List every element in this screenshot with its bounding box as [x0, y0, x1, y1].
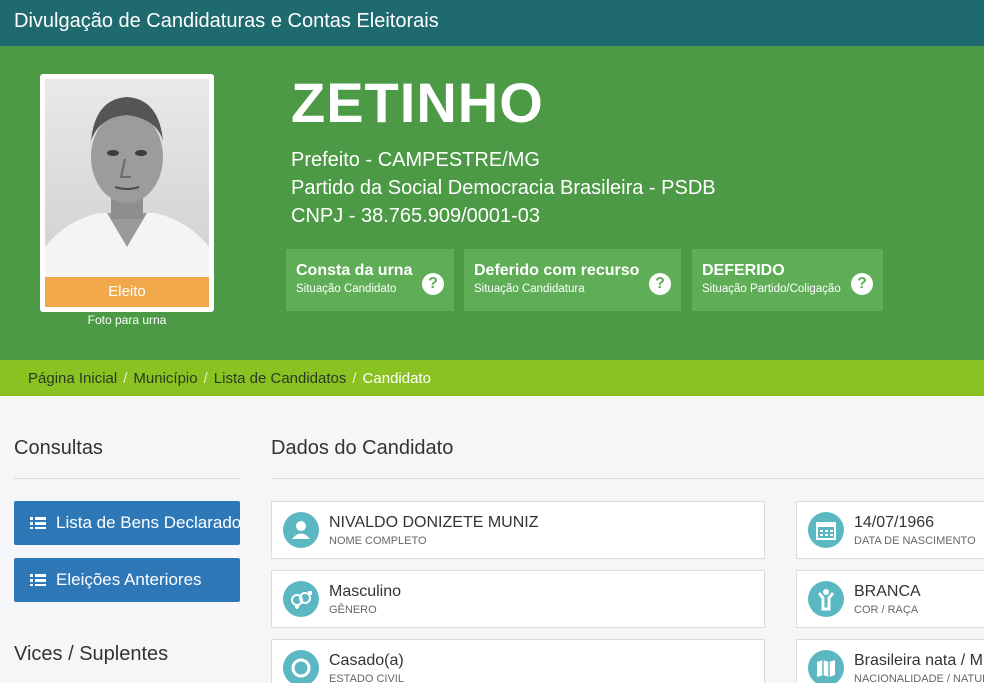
gender-icon [283, 581, 319, 617]
list-icon [30, 517, 46, 529]
breadcrumb-separator: / [203, 370, 208, 387]
sidebar-divider [14, 478, 240, 479]
elected-badge: Eleito [45, 277, 209, 307]
status-party-title: DEFERIDO [702, 262, 785, 279]
breadcrumb-home[interactable]: Página Inicial [28, 370, 117, 387]
breadcrumb: Página Inicial / Município / Lista de Candid… [0, 360, 984, 396]
field-gender: Masculino GÊNERO [271, 570, 765, 628]
field-label: NACIONALIDADE / NATUR [854, 673, 984, 683]
field-birth-date: 14/07/1966 DATA DE NASCIMENTO [796, 501, 984, 559]
breadcrumb-separator: / [352, 370, 357, 387]
app-title: Divulgação de Candidaturas e Contas Elei… [14, 10, 439, 32]
previous-elections-button[interactable]: Eleições Anteriores [14, 558, 240, 602]
main-divider [271, 478, 984, 479]
field-value: BRANCA [854, 583, 921, 600]
status-candidacy: Deferido com recurso Situação Candidatur… [464, 249, 681, 311]
help-icon[interactable]: ? [422, 273, 444, 295]
candidate-portrait-illustration [45, 97, 209, 281]
candidate-hero: Eleito Foto para urna ZETINHO Prefeito -… [0, 46, 984, 360]
map-icon [808, 650, 844, 683]
field-value: 14/07/1966 [854, 514, 935, 531]
help-icon[interactable]: ? [649, 273, 671, 295]
candidate-photo-card: Eleito [40, 74, 214, 312]
status-candidate: Consta da urna Situação Candidato ? [286, 249, 454, 311]
main-title: Dados do Candidato [271, 437, 454, 459]
candidate-ballot-name: ZETINHO [291, 71, 544, 134]
field-value: Brasileira nata / M [854, 652, 983, 669]
previous-elections-label: Eleições Anteriores [56, 570, 202, 589]
breadcrumb-current: Candidato [362, 370, 431, 387]
photo-caption: Foto para urna [87, 313, 167, 327]
field-race: BRANCA COR / RAÇA [796, 570, 984, 628]
candidate-cnpj: CNPJ - 38.765.909/0001-03 [291, 205, 541, 227]
ring-icon [283, 650, 319, 683]
field-marital-status: Casado(a) ESTADO CIVIL [271, 639, 765, 683]
breadcrumb-candidate-list[interactable]: Lista de Candidatos [214, 370, 347, 387]
field-label: COR / RAÇA [854, 604, 919, 616]
field-value: NIVALDO DONIZETE MUNIZ [329, 514, 539, 531]
field-full-name: NIVALDO DONIZETE MUNIZ NOME COMPLETO [271, 501, 765, 559]
declared-assets-label: Lista de Bens Declarados [56, 513, 240, 532]
field-label: DATA DE NASCIMENTO [854, 535, 976, 547]
field-label: GÊNERO [329, 604, 377, 616]
field-value: Masculino [329, 583, 402, 600]
person-icon [283, 512, 319, 548]
field-nationality: Brasileira nata / M NACIONALIDADE / NATU… [796, 639, 984, 683]
breadcrumb-separator: / [123, 370, 128, 387]
field-label: ESTADO CIVIL [329, 673, 404, 683]
candidate-photo [45, 79, 209, 281]
app-header: Divulgação de Candidaturas e Contas Elei… [0, 0, 984, 46]
declared-assets-button[interactable]: Lista de Bens Declarados [14, 501, 240, 545]
candidate-office: Prefeito - CAMPESTRE/MG [291, 149, 540, 171]
candidate-party: Partido da Social Democracia Brasileira … [291, 177, 716, 199]
status-candidacy-title: Deferido com recurso [474, 262, 640, 279]
status-party: DEFERIDO Situação Partido/Coligação ? [692, 249, 883, 311]
status-candidacy-subtitle: Situação Candidatura [474, 283, 585, 295]
breadcrumb-municipality[interactable]: Município [133, 370, 197, 387]
help-icon[interactable]: ? [851, 273, 873, 295]
status-candidate-title: Consta da urna [296, 262, 413, 279]
vices-section-title: Vices / Suplentes [14, 643, 169, 665]
field-label: NOME COMPLETO [329, 535, 427, 547]
status-party-subtitle: Situação Partido/Coligação [702, 283, 841, 295]
sidebar-title: Consultas [14, 437, 103, 459]
list-icon [30, 574, 46, 586]
raised-arms-person-icon [808, 581, 844, 617]
calendar-icon [808, 512, 844, 548]
field-value: Casado(a) [329, 652, 404, 669]
